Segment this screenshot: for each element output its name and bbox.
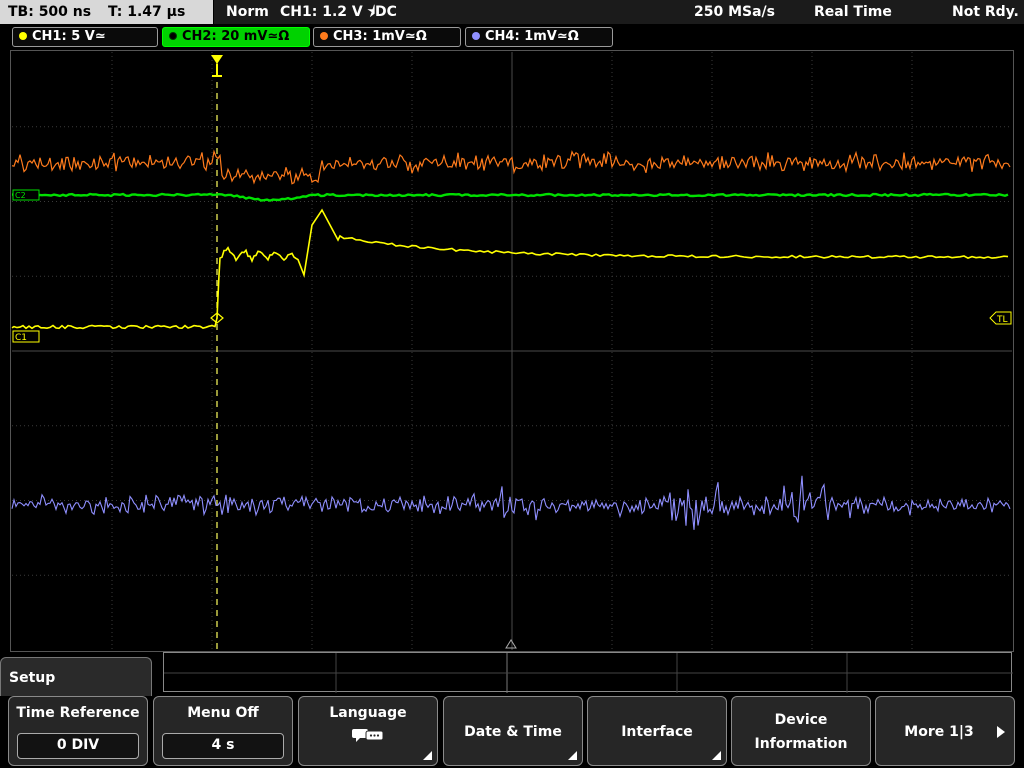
strip-grid <box>164 653 1013 693</box>
zoom-overview-strip[interactable] <box>163 652 1013 693</box>
date-time-button[interactable]: Date & Time <box>443 696 583 766</box>
trigger-level-marker: TL <box>989 311 1012 325</box>
submenu-indicator-icon <box>423 751 432 760</box>
device-information-line1: Device <box>774 712 828 728</box>
more-label: More 1|3 <box>904 724 974 740</box>
time-reference-button[interactable]: Time Reference 0 DIV <box>8 696 148 766</box>
menu-off-value: 4 s <box>162 733 284 759</box>
time-reference-icon <box>505 639 517 649</box>
menu-off-button[interactable]: Menu Off 4 s <box>153 696 293 766</box>
interface-button[interactable]: Interface <box>587 696 727 766</box>
ch2-trace <box>12 192 1009 202</box>
speech-bubbles-icon <box>352 729 384 742</box>
graticule-grid <box>12 52 1012 650</box>
ch3-trace <box>11 149 1011 185</box>
menu-title: Setup <box>9 670 56 686</box>
language-button[interactable]: Language <box>298 696 438 766</box>
device-information-button[interactable]: Device Information <box>731 696 871 766</box>
date-time-label: Date & Time <box>464 724 562 740</box>
language-label: Language <box>329 705 407 721</box>
device-information-line2: Information <box>754 736 848 752</box>
device-information-label: Device Information <box>732 708 870 756</box>
menu-off-label: Menu Off <box>187 705 259 721</box>
ch1-trace <box>11 208 1009 330</box>
trigger-position-icon <box>211 55 223 77</box>
trigger-level-text: TL <box>996 315 1008 325</box>
next-page-arrow-icon <box>997 726 1005 738</box>
time-reference-label: Time Reference <box>16 705 140 721</box>
ch4-trace <box>11 475 1011 530</box>
interface-label: Interface <box>621 724 693 740</box>
submenu-indicator-icon <box>712 751 721 760</box>
ch1-marker-text: C1 <box>15 333 27 343</box>
time-reference-value: 0 DIV <box>17 733 139 759</box>
more-button[interactable]: More 1|3 <box>875 696 1015 766</box>
softkey-bar: Time Reference 0 DIV Menu Off 4 s Langua… <box>0 696 1024 768</box>
ch1-ground-marker: C1 <box>12 330 40 343</box>
submenu-indicator-icon <box>568 751 577 760</box>
ch2-marker-text: C2 <box>15 191 26 200</box>
ch2-ground-marker: C2 <box>12 189 40 201</box>
menu-title-tab: Setup <box>0 657 152 697</box>
